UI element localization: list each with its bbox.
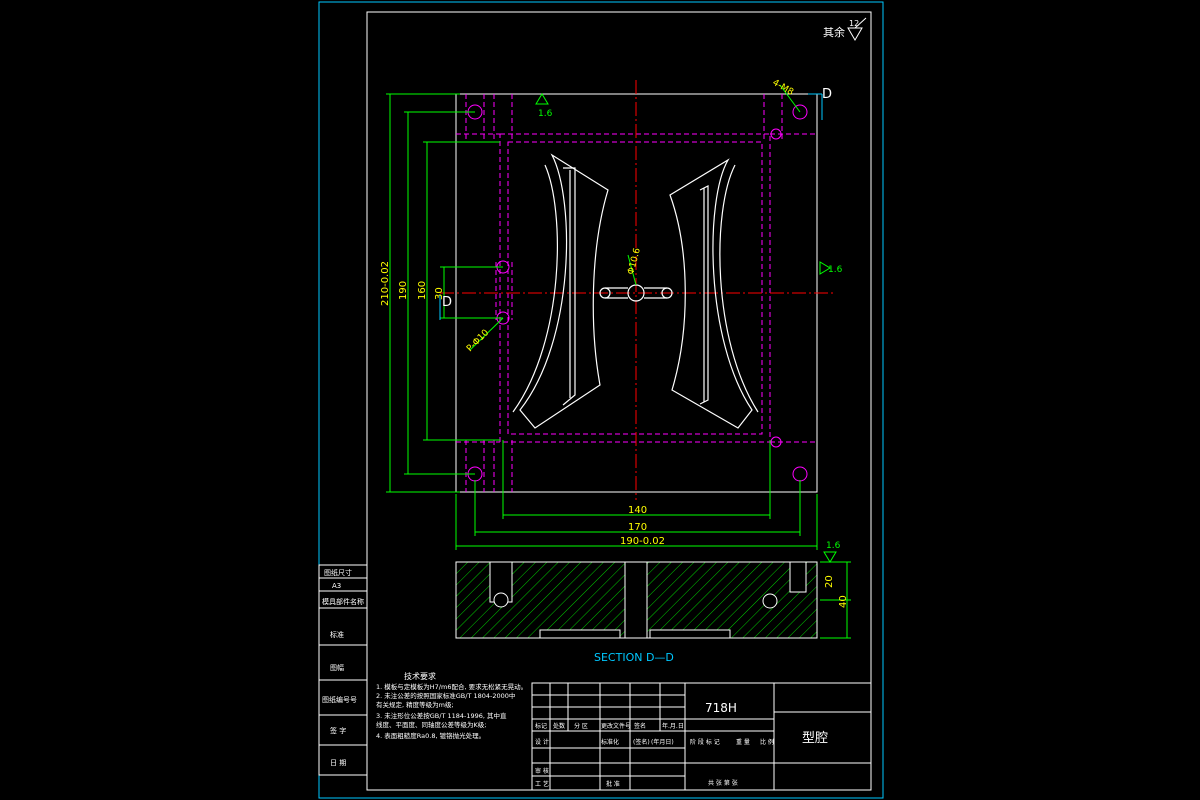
dim-total-width: 190-0.02 — [620, 536, 665, 547]
title-stage-1: 重 量 — [736, 738, 750, 746]
dim-width-170: 170 — [628, 522, 647, 533]
title-process: 工 艺 — [535, 780, 549, 788]
title-part-name: 型腔 — [802, 731, 828, 746]
title-design-3: 标准化 — [601, 738, 619, 746]
dim-offset-30: 30 — [434, 287, 445, 300]
title-header-4: 签名 — [634, 722, 646, 730]
title-stage-2: 比 例 — [760, 738, 774, 746]
roughness-mark-1: 1.6 — [538, 109, 553, 119]
title-header-1: 处数 — [553, 722, 565, 730]
side-table-row-5: 图纸编号号 — [322, 695, 357, 704]
title-header-3: 更改文件号 — [601, 722, 631, 730]
title-header-0: 标记 — [535, 722, 547, 730]
dim-width-140: 140 — [628, 505, 647, 516]
title-design-4: (签名) — [633, 738, 650, 746]
side-table-row-2: 模具部件名称 — [322, 597, 364, 606]
title-header-2: 分 区 — [574, 722, 588, 730]
title-stage-0: 阶 段 标 记 — [690, 738, 720, 746]
section-label: SECTION D—D — [594, 651, 674, 664]
tech-line-3: 3. 未注形位公差按GB/T 1184-1996, 其中直 — [376, 711, 507, 720]
dim-height-190: 190 — [398, 281, 409, 300]
roughness-label: 其余 — [823, 25, 845, 39]
title-header-5: 年.月.日 — [662, 722, 684, 730]
side-table-row-3: 标准 — [330, 630, 344, 639]
tech-line-4: 线度、平面度、同轴度公差等级为K级; — [376, 720, 486, 729]
title-design-0: 设 计 — [535, 738, 549, 746]
side-table-row-4: 图幅 — [330, 663, 344, 672]
roughness-mark-3: 1.6 — [826, 541, 841, 551]
side-table-row-7: 日 期 — [330, 759, 346, 767]
tech-line-0: 1. 模板与定模板为H7/m6配合, 要求无松紧无晃动。 — [376, 682, 527, 691]
title-review: 审 核 — [535, 767, 549, 775]
title-approve: 批 准 — [606, 780, 620, 788]
cad-drawing-sheet: 其余 12 1.6 1.6 1.6 D D 210-0.02 190 160 3… — [0, 0, 1200, 800]
roughness-mark-2: 1.6 — [828, 265, 843, 275]
dim-section-20: 20 — [824, 575, 835, 588]
side-table-row-6: 签 字 — [330, 726, 346, 735]
tech-title: 技术要求 — [404, 671, 436, 681]
section-mark-top: D — [822, 87, 832, 102]
title-material: 718H — [705, 701, 737, 715]
side-table-row-0: 图纸尺寸 — [324, 568, 352, 577]
side-table-row-1: A3 — [332, 582, 341, 590]
roughness-value: 12 — [849, 19, 859, 28]
tech-line-5: 4. 表面粗糙度Ra0.8, 镀铬抛光处理。 — [376, 731, 485, 740]
dim-total-height: 210-0.02 — [380, 261, 391, 306]
tech-line-1: 2. 未注公差的按照国家标准GB/T 1804-2000中 — [376, 691, 515, 700]
section-view — [455, 561, 818, 639]
dim-height-160: 160 — [417, 281, 428, 300]
dim-section-40: 40 — [838, 595, 849, 608]
title-design-5: (年月日) — [651, 738, 674, 746]
title-sheet: 共 张 第 张 — [708, 779, 738, 787]
tech-line-2: 有关规定, 精度等级为m级; — [376, 700, 454, 709]
